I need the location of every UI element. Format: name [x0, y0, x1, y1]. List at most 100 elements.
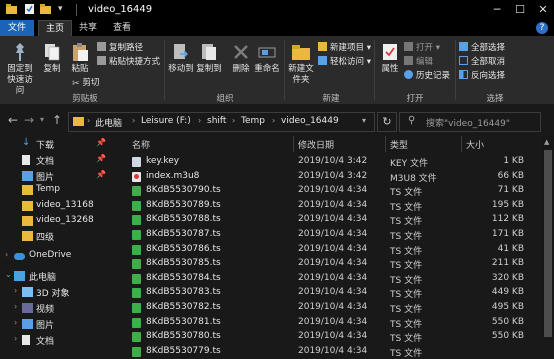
new-folder-button[interactable]: 新建文件夹: [287, 42, 315, 86]
delete-button[interactable]: 删除: [230, 42, 252, 75]
chevron-right-icon[interactable]: ›: [14, 318, 17, 327]
chevron-right-icon[interactable]: ›: [5, 250, 8, 259]
chevron-right-icon[interactable]: ›: [232, 116, 235, 125]
refresh-icon[interactable]: ↻: [377, 112, 397, 132]
minimize-button[interactable]: ─: [488, 2, 506, 18]
paste-button[interactable]: 粘贴: [68, 42, 92, 75]
move-to-button[interactable]: 移动到: [168, 42, 194, 75]
sidebar-item-documents[interactable]: 文档 📌: [0, 152, 118, 168]
table-row[interactable]: 8KdB5530780.ts 2019/10/4 4:34 TS 文件 550 KB: [128, 330, 542, 344]
breadcrumb-shift[interactable]: shift: [207, 116, 226, 126]
maximize-button[interactable]: ☐: [511, 2, 529, 18]
breadcrumb-this-pc[interactable]: 此电脑: [95, 116, 122, 129]
pin-icon[interactable]: 📌: [96, 170, 106, 179]
scrollbar-thumb[interactable]: [544, 150, 552, 337]
scroll-up-icon[interactable]: ▲: [544, 138, 549, 146]
chevron-right-icon[interactable]: ›: [14, 334, 17, 343]
table-row[interactable]: 8KdB5530785.ts 2019/10/4 4:34 TS 文件 211 KB: [128, 257, 542, 271]
sidebar-item-temp[interactable]: Temp: [0, 182, 118, 198]
select-none-button[interactable]: 全部取消: [459, 56, 505, 67]
table-row[interactable]: 8KdB5530789.ts 2019/10/4 4:34 TS 文件 195 KB: [128, 199, 542, 213]
breadcrumb-current[interactable]: video_16449: [281, 116, 339, 126]
column-header-size[interactable]: 大小: [466, 138, 484, 151]
table-row[interactable]: 8KdB5530784.ts 2019/10/4 4:34 TS 文件 320 KB: [128, 272, 542, 286]
vertical-scrollbar[interactable]: ▲: [542, 136, 554, 337]
edit-button[interactable]: 编辑: [404, 56, 433, 67]
new-item-label: 新建项目: [330, 43, 365, 53]
paste-shortcut-button[interactable]: 粘贴快捷方式: [97, 56, 160, 67]
tab-home[interactable]: 主页: [38, 20, 72, 36]
column-header-name[interactable]: 名称: [132, 138, 150, 151]
column-header-date[interactable]: 修改日期: [298, 138, 334, 151]
sidebar-item-video-13268[interactable]: video_13268: [0, 213, 118, 229]
new-item-button[interactable]: 新建项目 ▾: [318, 42, 371, 53]
column-divider[interactable]: [293, 136, 294, 152]
table-row[interactable]: 8KdB5530783.ts 2019/10/4 4:34 TS 文件 449 KB: [128, 286, 542, 300]
sidebar-item-downloads[interactable]: ↓ 下载 📌: [0, 136, 118, 152]
chevron-down-icon[interactable]: ⌄: [5, 270, 12, 279]
pin-icon[interactable]: 📌: [96, 154, 106, 163]
up-arrow-icon[interactable]: ↑: [52, 113, 62, 127]
file-size: 112 KB: [491, 214, 524, 225]
tab-view[interactable]: 查看: [106, 20, 138, 36]
properties-button[interactable]: 属性: [378, 42, 402, 75]
sidebar-item-videos[interactable]: › 视频: [0, 300, 118, 316]
chevron-right-icon[interactable]: ›: [272, 116, 275, 125]
open-button[interactable]: 打开 ▾: [404, 42, 440, 53]
sidebar-item-video-13168[interactable]: video_13168: [0, 198, 118, 214]
chevron-right-icon[interactable]: ›: [198, 116, 201, 125]
chevron-right-icon[interactable]: ›: [14, 286, 17, 295]
table-row[interactable]: 8KdB5530790.ts 2019/10/4 4:34 TS 文件 71 KB: [128, 184, 542, 198]
copy-button[interactable]: 复制: [40, 42, 64, 75]
breadcrumb-temp[interactable]: Temp: [241, 116, 265, 126]
pin-icon[interactable]: 📌: [96, 138, 106, 147]
properties-quick-icon[interactable]: [24, 3, 35, 15]
close-button[interactable]: ✕: [534, 2, 552, 18]
sidebar-item-3d-objects[interactable]: › 3D 对象: [0, 284, 118, 300]
search-box[interactable]: ⚲ 搜索"video_16449": [399, 112, 541, 132]
back-arrow-icon[interactable]: ←: [8, 113, 18, 127]
column-header-type[interactable]: 类型: [390, 138, 408, 151]
pin-quick-access-button[interactable]: 固定到快速访问: [3, 42, 37, 97]
folder-icon: [73, 117, 84, 126]
sidebar-item-siji[interactable]: 四级: [0, 228, 118, 244]
file-size: 320 KB: [491, 272, 524, 283]
breadcrumb-drive[interactable]: Leisure (F:): [141, 116, 191, 126]
table-row[interactable]: key.key 2019/10/4 3:42 KEY 文件 1 KB: [128, 155, 542, 169]
column-divider[interactable]: [385, 136, 386, 152]
table-row[interactable]: 8KdB5530779.ts 2019/10/4 4:34 TS 文件: [128, 345, 542, 359]
forward-arrow-icon[interactable]: →: [24, 113, 34, 127]
history-button[interactable]: 历史记录: [404, 70, 450, 81]
sidebar-item-documents-pc[interactable]: › 文档: [0, 332, 118, 348]
column-divider[interactable]: [461, 136, 462, 152]
tab-share[interactable]: 共享: [72, 20, 104, 36]
address-bar[interactable]: › 此电脑 › Leisure (F:) › shift › Temp › vi…: [68, 112, 375, 132]
select-all-button[interactable]: 全部选择: [459, 42, 505, 53]
tab-file[interactable]: 文件: [0, 20, 34, 36]
table-row[interactable]: 8KdB5530787.ts 2019/10/4 4:34 TS 文件 171 KB: [128, 228, 542, 242]
table-row[interactable]: 8KdB5530788.ts 2019/10/4 4:34 TS 文件 112 KB: [128, 213, 542, 227]
chevron-right-icon[interactable]: ›: [14, 302, 17, 311]
recent-dropdown-icon[interactable]: ▾: [40, 115, 44, 124]
table-row[interactable]: 8KdB5530786.ts 2019/10/4 4:34 TS 文件 41 KB: [128, 243, 542, 257]
quick-access-dropdown-icon[interactable]: ▾: [58, 4, 69, 16]
sidebar-item-onedrive[interactable]: › OneDrive: [0, 248, 118, 264]
ts-file-icon: [132, 288, 141, 299]
copy-to-button[interactable]: 复制到: [196, 42, 222, 75]
chevron-right-icon[interactable]: ›: [87, 116, 90, 125]
sidebar-item-this-pc[interactable]: ⌄ 此电脑: [0, 268, 118, 284]
chevron-down-icon[interactable]: ▾: [362, 116, 366, 125]
help-icon[interactable]: ?: [536, 22, 548, 34]
easy-access-button[interactable]: 轻松访问 ▾: [318, 56, 371, 67]
cut-button[interactable]: ✂ 剪切: [72, 78, 100, 89]
new-folder-quick-icon[interactable]: [40, 3, 51, 15]
sidebar-item-pictures-pc[interactable]: › 图片: [0, 316, 118, 332]
copy-path-button[interactable]: 复制路径: [97, 42, 143, 53]
rename-button[interactable]: 重命名: [254, 42, 280, 75]
chevron-right-icon[interactable]: ›: [132, 116, 135, 125]
table-row[interactable]: index.m3u8 2019/10/4 3:42 M3U8 文件 66 KB: [128, 170, 542, 184]
table-row[interactable]: 8KdB5530781.ts 2019/10/4 4:34 TS 文件 550 KB: [128, 316, 542, 330]
ts-file-icon: [132, 273, 141, 284]
table-row[interactable]: 8KdB5530782.ts 2019/10/4 4:34 TS 文件 495 KB: [128, 301, 542, 315]
invert-selection-button[interactable]: 反向选择: [459, 70, 505, 81]
